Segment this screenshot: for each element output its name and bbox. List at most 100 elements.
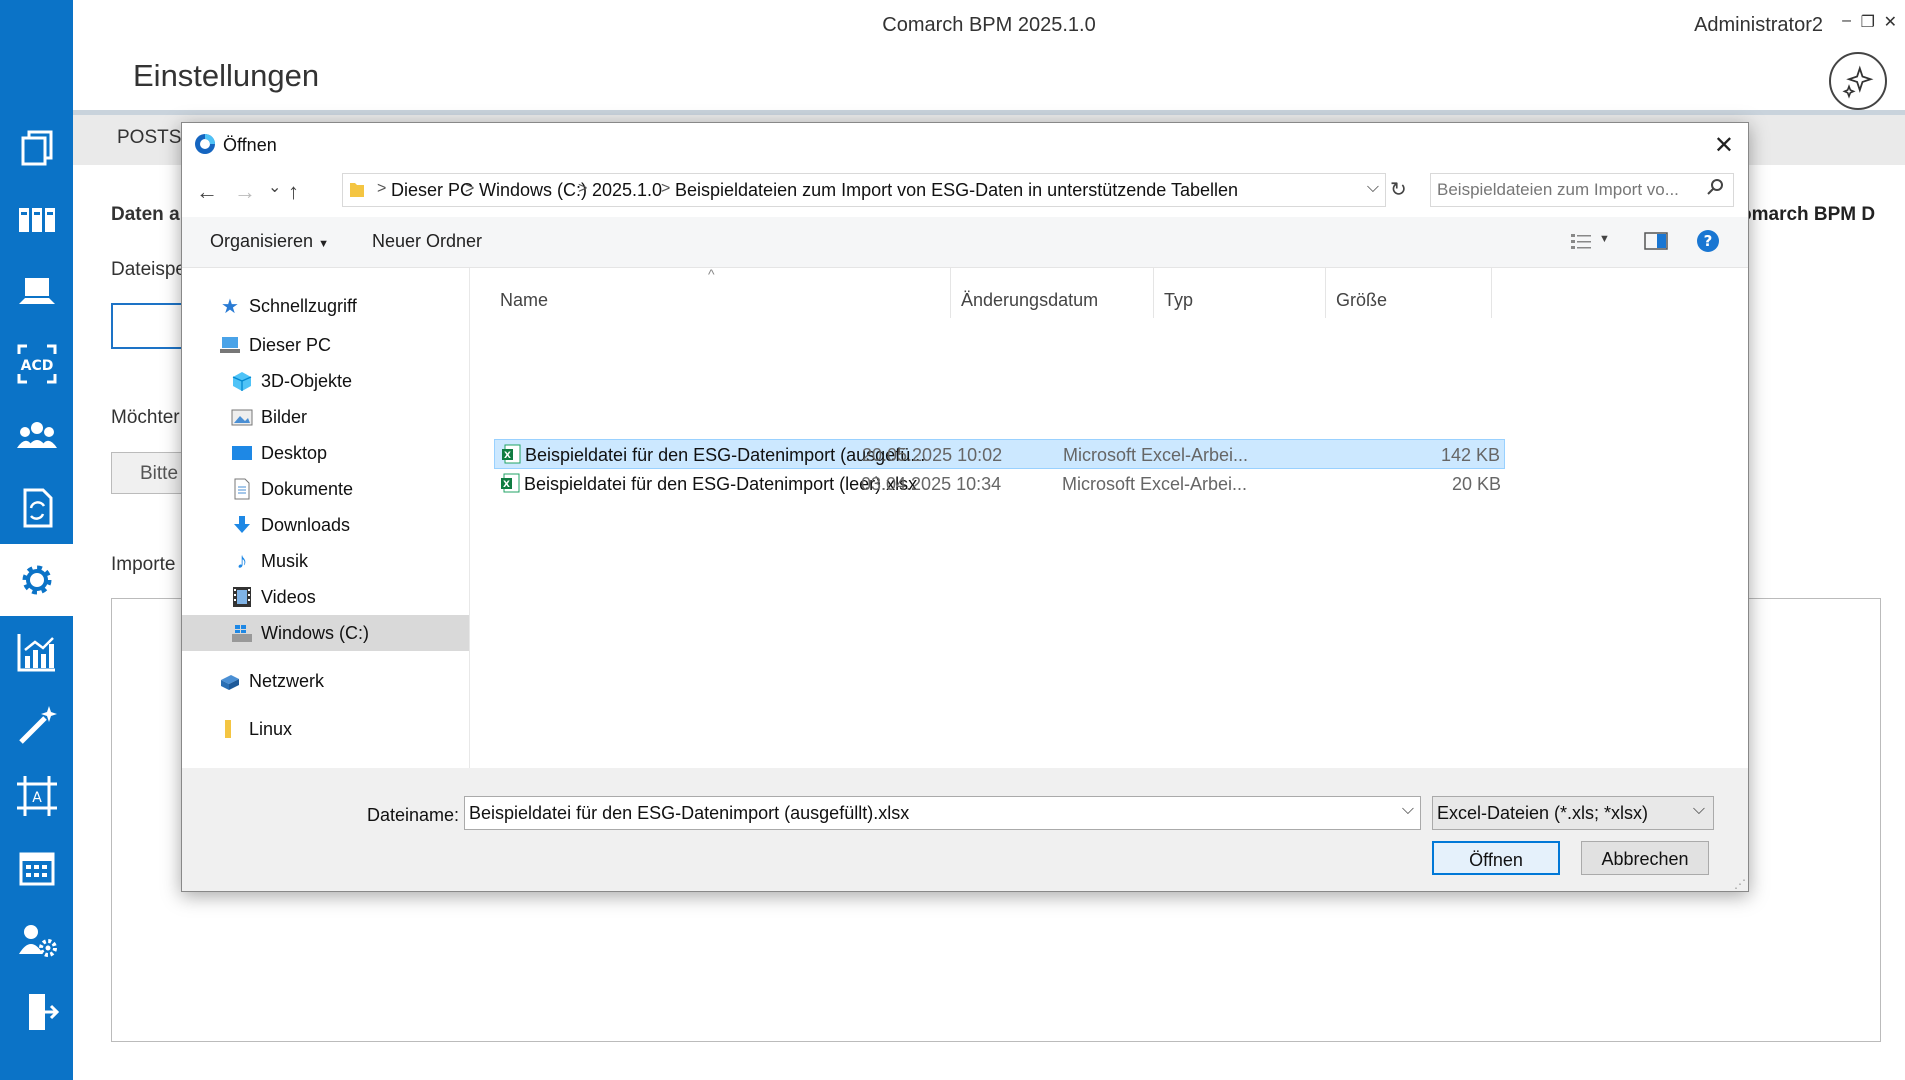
template-designer-icon[interactable]: A bbox=[0, 760, 73, 832]
nav-item-pictures[interactable]: Bilder bbox=[182, 399, 469, 435]
restore-button[interactable]: ❐ bbox=[1861, 12, 1875, 32]
chevron-down-icon: ⌵ bbox=[1692, 801, 1705, 818]
user-name[interactable]: Administrator2 bbox=[1694, 14, 1823, 37]
workstation-icon[interactable] bbox=[0, 256, 73, 328]
search-box[interactable]: Beispieldateien zum Import vo... bbox=[1430, 173, 1734, 207]
dialog-title: Öffnen bbox=[223, 135, 277, 155]
magic-wand-icon[interactable] bbox=[0, 688, 73, 760]
field-label: Dateispe bbox=[111, 259, 186, 280]
users-icon[interactable] bbox=[0, 400, 73, 472]
settings-icon[interactable] bbox=[0, 544, 73, 616]
close-app-button[interactable]: ✕ bbox=[1884, 12, 1897, 32]
breadcrumb-separator: > bbox=[578, 180, 588, 197]
ai-assistant-button[interactable] bbox=[1829, 52, 1887, 110]
back-arrow-icon[interactable]: ← bbox=[196, 179, 218, 205]
excel-file-icon: X bbox=[502, 444, 521, 464]
music-icon: ♪ bbox=[236, 548, 248, 573]
logout-icon[interactable] bbox=[0, 976, 73, 1048]
nav-item-this-pc[interactable]: Dieser PC bbox=[182, 327, 469, 363]
sidebar: ACD A bbox=[0, 0, 73, 1080]
breadcrumb-item[interactable]: Beispieldateien zum Import von ESG-Daten… bbox=[675, 180, 1238, 201]
nav-label: Linux bbox=[249, 718, 293, 739]
organize-label: Organisieren bbox=[210, 231, 314, 251]
nav-item-desktop[interactable]: Desktop bbox=[182, 435, 469, 471]
address-dropdown-icon[interactable]: ⌵ bbox=[1367, 179, 1379, 197]
view-dropdown-icon[interactable]: ▼ bbox=[1599, 233, 1610, 245]
open-button[interactable]: Öffnen bbox=[1432, 841, 1560, 875]
refresh-icon[interactable]: ↻ bbox=[1390, 177, 1407, 202]
help-icon[interactable]: ? bbox=[1696, 229, 1720, 253]
column-header-date[interactable]: Änderungsdatum bbox=[961, 290, 1098, 311]
column-divider bbox=[1491, 268, 1492, 318]
nav-item-music[interactable]: ♪ Musik bbox=[182, 543, 469, 579]
forward-arrow-icon[interactable]: → bbox=[234, 179, 256, 205]
svg-text:X: X bbox=[503, 480, 510, 490]
calendar-icon[interactable] bbox=[0, 832, 73, 904]
nav-item-videos[interactable]: Videos bbox=[182, 579, 469, 615]
file-name: Beispieldatei für den ESG-Datenimport (l… bbox=[524, 474, 918, 494]
pictures-icon bbox=[231, 409, 253, 426]
page-title: Einstellungen bbox=[133, 58, 320, 93]
analytics-icon[interactable] bbox=[0, 616, 73, 688]
drive-icon bbox=[232, 625, 252, 642]
app-logo-icon bbox=[195, 134, 215, 154]
downloads-icon bbox=[234, 516, 250, 533]
nav-item-3d-objects[interactable]: 3D-Objekte bbox=[182, 363, 469, 399]
nav-item-downloads[interactable]: Downloads bbox=[182, 507, 469, 543]
nav-item-quick-access[interactable]: ★ Schnellzugriff bbox=[182, 288, 469, 324]
search-placeholder: Beispieldateien zum Import vo... bbox=[1437, 180, 1679, 199]
3d-objects-icon bbox=[232, 372, 252, 391]
up-arrow-icon[interactable]: ↑ bbox=[288, 179, 299, 205]
acd-icon[interactable]: ACD bbox=[0, 328, 73, 400]
breadcrumb-item[interactable]: Dieser PC bbox=[391, 180, 473, 201]
chevron-down-icon[interactable]: ⌵ bbox=[1402, 801, 1414, 819]
svg-text:X: X bbox=[504, 451, 511, 461]
filetype-select[interactable]: Excel-Dateien (*.xls; *xlsx) ⌵ bbox=[1432, 796, 1714, 830]
filename-label: Dateiname: bbox=[367, 805, 460, 825]
svg-text:ACD: ACD bbox=[20, 358, 53, 374]
preview-pane-icon[interactable] bbox=[1644, 231, 1668, 251]
file-row[interactable]: X Beispieldatei für den ESG-Datenimport (… bbox=[494, 439, 1505, 469]
documents-icon[interactable] bbox=[0, 112, 73, 184]
pc-icon bbox=[220, 337, 240, 353]
organize-button[interactable]: Organisieren ▼ bbox=[210, 231, 329, 252]
column-divider bbox=[950, 268, 951, 318]
breadcrumb-item[interactable]: 2025.1.0 bbox=[592, 180, 662, 201]
address-bar[interactable]: > Dieser PC > Windows (C:) > 2025.1.0 > … bbox=[342, 173, 1386, 207]
breadcrumb-separator: > bbox=[661, 180, 671, 197]
file-date: 20.05.2025 10:02 bbox=[862, 445, 1003, 465]
open-file-dialog: Öffnen ✕ ← → ⌄ ↑ > Dieser PC > Windows (… bbox=[181, 122, 1749, 892]
column-header-size[interactable]: Größe bbox=[1336, 290, 1387, 311]
dialog-close-button[interactable]: ✕ bbox=[1714, 131, 1734, 160]
folder-icon bbox=[225, 720, 231, 738]
nav-item-network[interactable]: Netzwerk bbox=[182, 663, 469, 699]
nav-item-linux[interactable]: Linux bbox=[182, 711, 469, 747]
breadcrumb-item[interactable]: Windows (C:) bbox=[479, 180, 587, 201]
search-icon bbox=[1707, 179, 1723, 195]
file-row[interactable]: X Beispieldatei für den ESG-Datenimport (… bbox=[494, 469, 1505, 499]
column-header-type[interactable]: Typ bbox=[1164, 290, 1193, 311]
recent-locations-icon[interactable]: ⌄ bbox=[268, 177, 281, 197]
nav-label: Musik bbox=[261, 550, 309, 571]
app-title: Comarch BPM 2025.1.0 bbox=[882, 14, 1096, 36]
file-type: Microsoft Excel-Arbei... bbox=[1062, 474, 1248, 494]
file-size: 142 KB bbox=[1440, 445, 1500, 465]
user-settings-icon[interactable] bbox=[0, 904, 73, 976]
library-icon[interactable] bbox=[0, 184, 73, 256]
command-bar: Organisieren ▼ Neuer Ordner ▼ ? bbox=[182, 217, 1748, 268]
dialog-titlebar: Öffnen ✕ bbox=[182, 123, 1748, 167]
view-options-icon[interactable] bbox=[1571, 233, 1593, 251]
nav-item-windows-c[interactable]: Windows (C:) bbox=[182, 615, 469, 651]
column-header-name[interactable]: Name bbox=[500, 290, 548, 311]
filename-input[interactable]: Beispieldatei für den ESG-Datenimport (a… bbox=[464, 796, 1421, 830]
minimize-button[interactable]: – bbox=[1842, 12, 1851, 30]
resize-grip-icon[interactable]: ⋰ bbox=[1734, 877, 1746, 891]
new-folder-button[interactable]: Neuer Ordner bbox=[372, 231, 482, 252]
select-button[interactable]: Bitte bbox=[111, 452, 191, 494]
breadcrumb-separator: > bbox=[377, 180, 387, 197]
document-sync-icon[interactable] bbox=[0, 472, 73, 544]
nav-label: Downloads bbox=[261, 514, 351, 535]
nav-item-documents[interactable]: Dokumente bbox=[182, 471, 469, 507]
file-type: Microsoft Excel-Arbei... bbox=[1063, 445, 1249, 465]
cancel-button[interactable]: Abbrechen bbox=[1581, 841, 1709, 875]
